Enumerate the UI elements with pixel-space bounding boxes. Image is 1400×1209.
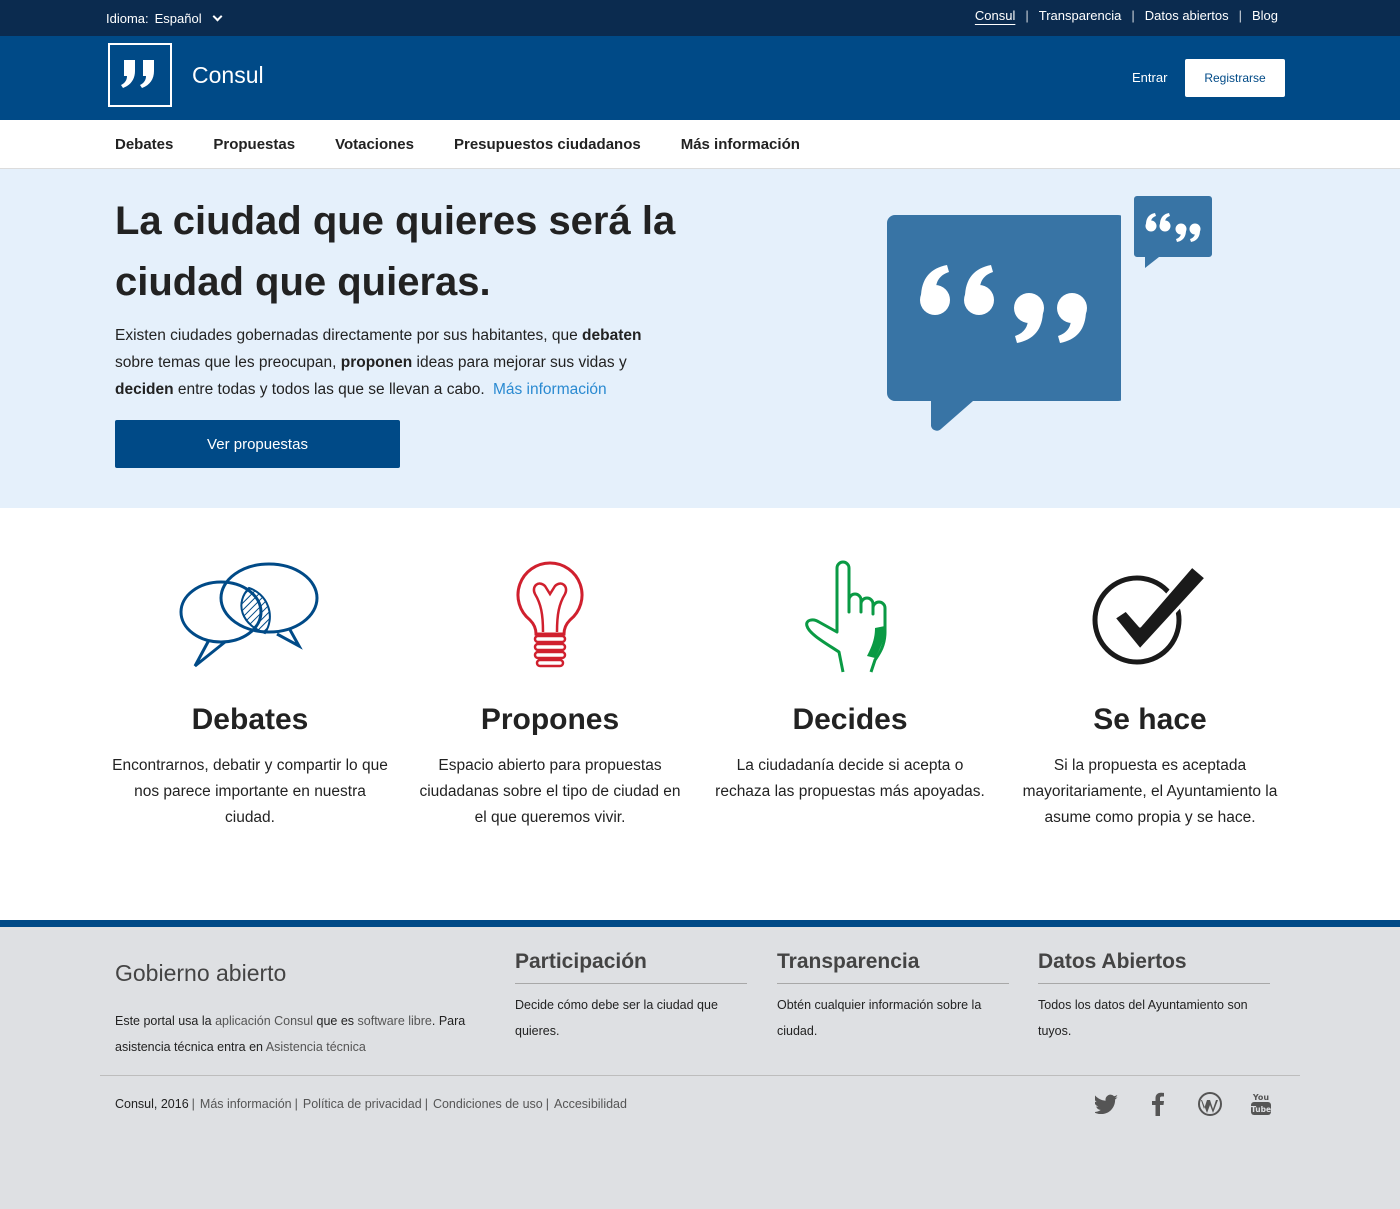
feature-title: Se hace (1093, 703, 1207, 736)
top-links: Consul | Transparencia | Datos abiertos … (965, 8, 1288, 23)
separator: | (1238, 8, 1242, 23)
nav-item-propuestas[interactable]: Propuestas (213, 136, 295, 153)
top-link-consul[interactable]: Consul (965, 8, 1025, 23)
nav-item-debates[interactable]: Debates (115, 136, 173, 153)
hero-bold-debaten: debaten (582, 327, 642, 344)
footer-col-title[interactable]: Participación (515, 950, 747, 984)
quote-logo-icon (121, 60, 154, 88)
hero-text: entre todas y todos las que se llevan a … (173, 381, 485, 398)
language-label: Idioma: (106, 11, 149, 26)
hero-bold-deciden: deciden (115, 381, 174, 398)
facebook-icon[interactable] (1144, 1090, 1172, 1118)
nav-item-mas-informacion[interactable]: Más información (681, 136, 800, 153)
footer-text: Este portal usa la (115, 1014, 216, 1028)
speech-bubbles-icon (179, 562, 319, 668)
top-link-blog[interactable]: Blog (1242, 8, 1288, 23)
language-selector[interactable]: Idioma: Español (106, 11, 223, 26)
logo[interactable] (108, 43, 172, 107)
svg-text:You: You (1252, 1093, 1270, 1102)
footer-col-text: Todos los datos del Ayuntamiento son tuy… (1038, 998, 1248, 1038)
ver-propuestas-button[interactable]: Ver propuestas (115, 420, 400, 468)
footer-text: que es (313, 1014, 358, 1028)
footer-gobierno-text: Este portal usa la aplicación Consul que… (115, 1008, 495, 1060)
site-footer: Gobierno abierto Este portal usa la apli… (0, 920, 1400, 1209)
legal-link-condiciones[interactable]: Condiciones de uso (433, 1097, 543, 1111)
footer-col-datos-abiertos: Datos Abiertos Todos los datos del Ayunt… (1038, 950, 1270, 1044)
pointing-hand-icon (805, 560, 887, 673)
site-header: Consul Entrar Registrarse (0, 36, 1400, 120)
feature-text: Si la propuesta es aceptada mayoritariam… (1022, 757, 1278, 826)
software-libre-link[interactable]: software libre (358, 1014, 432, 1028)
feature-title: Debates (191, 703, 309, 736)
feature-text: Espacio abierto para propuestas ciudadan… (419, 757, 681, 826)
top-link-transparencia[interactable]: Transparencia (1029, 8, 1132, 23)
hero-description: Existen ciudades gobernadas directamente… (115, 322, 675, 403)
footer-legal: Consul, 2016 | Más información | Política … (115, 1097, 627, 1111)
hero-more-info-link[interactable]: Más información (493, 381, 607, 398)
footer-gobierno-title: Gobierno abierto (115, 960, 287, 986)
big-quote-bubble-icon (887, 215, 1121, 431)
feature-text: La ciudadanía decide si acepta o rechaza… (715, 757, 985, 800)
footer-col-title[interactable]: Transparencia (777, 950, 1009, 984)
svg-text:Tube: Tube (1251, 1105, 1271, 1114)
features-section: Debates Encontrarnos, debatir y comparti… (0, 508, 1400, 920)
legal-link-mas-informacion[interactable]: Más información (200, 1097, 292, 1111)
footer-col-text: Decide cómo debe ser la ciudad que quier… (515, 998, 718, 1038)
separator: | (191, 1097, 195, 1111)
separator: | (424, 1097, 428, 1111)
checkmark-icon (1092, 564, 1208, 665)
youtube-icon[interactable]: You Tube (1247, 1090, 1275, 1118)
nav-item-votaciones[interactable]: Votaciones (335, 136, 414, 153)
legal-link-accesibilidad[interactable]: Accesibilidad (554, 1097, 627, 1111)
login-link[interactable]: Entrar (1132, 70, 1167, 85)
feature-title: Decides (792, 703, 908, 736)
legal-link-privacidad[interactable]: Política de privacidad (303, 1097, 422, 1111)
feature-title: Propones (480, 703, 620, 736)
separator: | (545, 1097, 549, 1111)
separator: | (294, 1097, 298, 1111)
top-bar: Idioma: Español Consul | Transparencia |… (0, 0, 1400, 36)
register-button[interactable]: Registrarse (1185, 59, 1285, 97)
hero-text: ideas para mejorar sus vidas y (412, 354, 627, 371)
twitter-icon[interactable] (1093, 1090, 1121, 1118)
hero-text: Existen ciudades gobernadas directamente… (115, 327, 583, 344)
lightbulb-icon (516, 561, 584, 668)
nav-item-presupuestos[interactable]: Presupuestos ciudadanos (454, 136, 641, 153)
separator: | (1131, 8, 1135, 23)
hero-title: La ciudad que quieres será la ciudad que… (115, 199, 676, 304)
hero-bold-proponen: proponen (340, 354, 413, 371)
footer-divider (100, 1075, 1300, 1076)
wordpress-icon[interactable] (1196, 1090, 1224, 1118)
site-name[interactable]: Consul (192, 62, 264, 89)
top-link-datos-abiertos[interactable]: Datos abiertos (1135, 8, 1239, 23)
hero-text: sobre temas que les preocupan, (115, 354, 341, 371)
consul-app-link[interactable]: aplicación Consul (215, 1014, 313, 1028)
small-quote-bubble-icon (1134, 196, 1212, 268)
main-nav: Debates Propuestas Votaciones Presupuest… (0, 120, 1400, 169)
language-value[interactable]: Español (155, 11, 202, 26)
footer-col-transparencia: Transparencia Obtén cualquier informació… (777, 950, 1009, 1044)
separator: | (1025, 8, 1029, 23)
copyright: Consul, 2016 (115, 1097, 189, 1111)
footer-col-participacion: Participación Decide cómo debe ser la ci… (515, 950, 747, 1044)
hero-section: La ciudad que quieres será la ciudad que… (0, 169, 1400, 508)
feature-text: Encontrarnos, debatir y compartir lo que… (112, 757, 388, 826)
asistencia-tecnica-link[interactable]: Asistencia técnica (266, 1040, 366, 1054)
footer-col-text: Obtén cualquier información sobre la ciu… (777, 998, 982, 1038)
chevron-down-icon (212, 11, 223, 22)
footer-col-title[interactable]: Datos Abiertos (1038, 950, 1270, 984)
